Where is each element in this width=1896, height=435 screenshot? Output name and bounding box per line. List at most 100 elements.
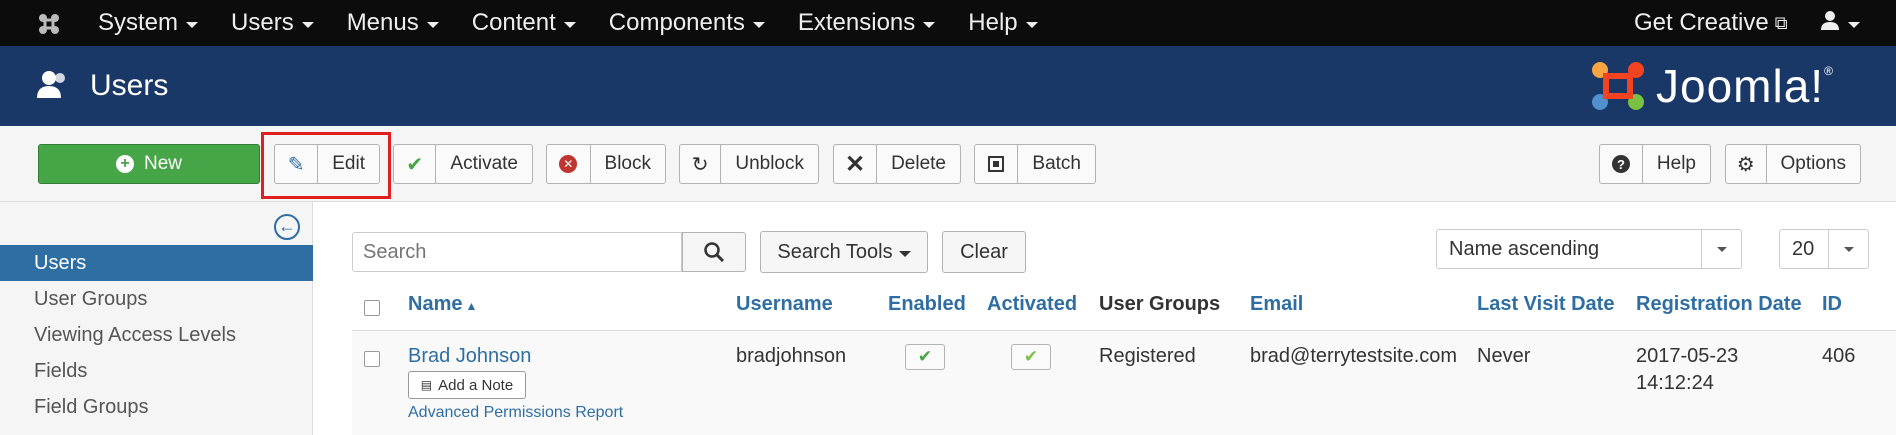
clear-button[interactable]: Clear (942, 231, 1026, 273)
help-label: Help (1656, 153, 1696, 174)
block-button[interactable]: ✕ Block (546, 144, 666, 184)
th-enabled[interactable]: Enabled (888, 293, 966, 316)
search-input[interactable] (352, 232, 682, 272)
menu-label: Menus (346, 9, 419, 36)
get-creative-link[interactable]: Get Creative ⧉ (1634, 0, 1788, 46)
new-label: New (143, 153, 182, 174)
th-label: Last Visit Date (1477, 293, 1615, 315)
batch-icon (975, 145, 1019, 183)
caret-down-icon (1025, 21, 1038, 28)
row-checkbox[interactable] (364, 351, 380, 367)
th-id[interactable]: ID (1822, 293, 1842, 316)
menu-extensions[interactable]: Extensions (798, 9, 936, 37)
menu-system[interactable]: System (98, 9, 199, 37)
external-link-icon: ⧉ (1774, 12, 1788, 33)
joomla-brand-icon (1592, 62, 1644, 110)
unblock-label: Unblock (735, 153, 804, 174)
sidebar: ← Users User Groups Viewing Access Level… (0, 202, 313, 435)
help-button[interactable]: ? Help (1599, 144, 1711, 184)
checkmark-icon: ✔ (1023, 347, 1039, 366)
th-name[interactable]: Name ▲ (408, 293, 477, 316)
note-card-icon: ▤ (420, 378, 433, 392)
activated-toggle[interactable]: ✔ (1011, 344, 1051, 370)
search-tools-button[interactable]: Search Tools (760, 231, 928, 273)
th-label: Username (736, 293, 833, 315)
clear-label: Clear (960, 240, 1008, 263)
options-label: Options (1780, 153, 1846, 174)
registration-date-cell: 2017-05-23 (1636, 345, 1739, 367)
edit-highlight-box (261, 132, 391, 199)
user-icon (1820, 10, 1840, 36)
caret-down-icon (898, 250, 911, 257)
activate-button[interactable]: ✔ Activate (393, 144, 533, 184)
th-activated[interactable]: Activated (987, 293, 1077, 316)
caret-down-icon (752, 21, 765, 28)
brand-text: Joomla! (1656, 60, 1825, 112)
user-name-link[interactable]: Brad Johnson (408, 345, 531, 368)
th-username[interactable]: Username (736, 293, 833, 316)
registered-mark: ® (1824, 64, 1833, 78)
menu-label: System (98, 9, 179, 36)
sidebar-item-viewing-access-levels[interactable]: Viewing Access Levels (0, 317, 313, 353)
menu-help[interactable]: Help (968, 9, 1038, 37)
menu-label: Components (608, 9, 745, 36)
th-registration-date[interactable]: Registration Date (1636, 293, 1802, 316)
th-label: Registration Date (1636, 293, 1802, 315)
enabled-toggle[interactable]: ✔ (905, 344, 945, 370)
menu-content[interactable]: Content (472, 9, 576, 37)
email-cell: brad@terrytestsite.com (1250, 345, 1458, 367)
sidebar-item-field-groups[interactable]: Field Groups (0, 389, 313, 425)
caret-down-icon (1848, 21, 1860, 28)
batch-button[interactable]: Batch (974, 144, 1096, 184)
th-email[interactable]: Email (1250, 293, 1303, 316)
menu-users[interactable]: Users (231, 9, 314, 37)
collapse-sidebar-icon[interactable]: ← (274, 214, 300, 240)
search-button[interactable] (682, 232, 746, 272)
block-label: Block (604, 153, 651, 174)
id-cell: 406 (1822, 345, 1856, 367)
joomla-logo-icon[interactable] (34, 10, 64, 36)
select-all-checkbox[interactable] (364, 300, 380, 316)
sidebar-item-label: User Groups (34, 287, 148, 310)
activate-label: Activate (450, 153, 518, 174)
row-divider (352, 330, 1896, 331)
menu-label: Help (968, 9, 1018, 36)
new-button[interactable]: + New (38, 144, 260, 184)
options-button[interactable]: ⚙ Options (1725, 144, 1861, 184)
unblock-button[interactable]: ↻ Unblock (679, 144, 819, 184)
ordering-select[interactable]: Name ascending (1436, 229, 1742, 269)
sidebar-item-fields[interactable]: Fields (0, 353, 313, 389)
menu-label: Users (231, 9, 294, 36)
refresh-icon: ↻ (680, 145, 722, 183)
checkmark-icon: ✔ (394, 145, 437, 183)
search-icon (704, 242, 725, 263)
permissions-report-link[interactable]: Advanced Permissions Report (408, 404, 623, 422)
batch-label: Batch (1032, 153, 1081, 174)
th-label: Enabled (888, 293, 966, 315)
last-visit-cell: Never (1477, 345, 1531, 367)
sidebar-item-user-groups[interactable]: User Groups (0, 281, 313, 317)
caret-down-icon (426, 21, 439, 28)
menu-label: Content (471, 9, 556, 36)
page-title: Users (90, 69, 169, 102)
page-header: Users Joomla! ® (0, 46, 1896, 126)
select-arrow-icon (1828, 230, 1868, 268)
users-icon (36, 68, 70, 102)
limit-select[interactable]: 20 (1779, 229, 1869, 269)
plus-circle-icon: + (115, 155, 134, 173)
user-groups-cell: Registered (1099, 345, 1196, 367)
caret-down-icon (301, 21, 314, 28)
ordering-value: Name ascending (1449, 237, 1600, 260)
sidebar-item-users[interactable]: Users (0, 245, 313, 281)
question-icon: ? (1600, 145, 1643, 183)
user-menu[interactable] (1820, 0, 1860, 46)
menu-components[interactable]: Components (609, 9, 765, 37)
registration-time-cell: 14:12:24 (1636, 372, 1714, 394)
menu-menus[interactable]: Menus (347, 9, 439, 37)
th-label: ID (1822, 293, 1842, 315)
caret-down-icon (563, 21, 576, 28)
add-note-button[interactable]: ▤ Add a Note (408, 371, 526, 399)
checkmark-icon: ✔ (917, 347, 933, 366)
th-last-visit-date[interactable]: Last Visit Date (1477, 293, 1614, 316)
delete-button[interactable]: ✕ Delete (833, 144, 961, 184)
